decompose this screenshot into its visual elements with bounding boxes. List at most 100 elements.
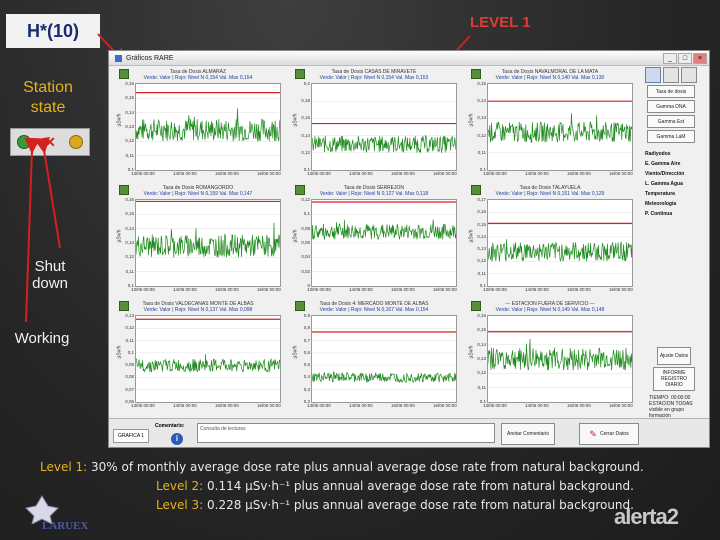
station-icon[interactable] [119,69,129,79]
y-tick-label: 0,14 [125,109,134,115]
y-tick-label: 0,07 [125,386,134,392]
parameter-item[interactable]: P. Continua [645,209,707,219]
y-tick-label: 0,11 [125,337,134,343]
y-tick-label: 0,6 [303,349,310,355]
daily-report-button[interactable]: INFORME REGISTRO DIARIO [653,367,695,391]
graficos-rare-window: Gráficos RARE _ □ × Tasa de Dosis ALMARA… [108,50,710,448]
dose-rate-chart: Tasa de Dosis VALDECAÑAS MONTE DE ALBAS V… [113,301,283,419]
station-icon[interactable] [295,301,305,311]
caption-line-1: Level 1: 30% of monthly average dose rat… [20,458,710,477]
y-tick-label: 0,12 [301,197,310,202]
y-tick-label: 0,4 [303,374,310,380]
chart-svg [135,92,281,156]
y-tick-label: 0,15 [477,221,486,227]
chart-svg [311,328,457,390]
exit-icon: ✎ [589,428,597,439]
chart-subtitle: Verde: Valor | Rojo: Nivel N 0,140 Val. … [495,75,605,81]
dose-rate-chart: --- ESTACION FUERA DE SERVICIO --- Verde:… [465,301,635,419]
exit-data-button[interactable]: ✎ Cerrar Datos [579,423,639,445]
parameter-item[interactable]: Radiyodos [645,149,707,159]
save-comment-button[interactable]: Anotar Comentario [501,423,555,445]
y-tick-label: 0,12 [477,370,486,376]
y-tick-label: 0,12 [125,138,134,144]
graph-tab[interactable]: GRAFICA 1 [113,429,149,443]
app-icon [115,54,122,62]
print-icon[interactable] [663,67,679,83]
parameter-item[interactable]: E. Gamma Aire [645,159,707,169]
side-note: TIEMPO: 00:00:00 ESTACION TODAS visible … [649,395,693,419]
y-tick-label: 0,11 [125,152,134,158]
y-tick-label: 0,13 [477,356,486,361]
dose-rate-series [487,113,633,144]
chart-plot-area [311,315,457,403]
station-icon[interactable] [119,185,129,195]
dose-rate-button[interactable]: Tasa de dosis [647,85,695,98]
maximize-button[interactable]: □ [678,53,692,64]
side-panel: Tasa de dosis Gamma DNA Gamma Est Gamma … [645,67,707,419]
y-tick-label: 0,12 [477,132,486,138]
chart-plot-area [311,83,457,171]
y-tick-label: 0,06 [301,240,310,245]
report-icon[interactable] [645,67,661,83]
y-tick-label: 0,13 [125,124,134,129]
y-tick-label: 0,2 [303,81,310,86]
chart-plot-area [135,83,281,171]
chart-svg [135,318,281,390]
window-titlebar: Gráficos RARE [109,51,709,66]
caption-line-2: Level 2: 0.114 µSv·h⁻¹ plus annual avera… [20,477,710,496]
dose-rate-series [311,134,457,153]
window-title: Gráficos RARE [126,54,174,62]
comment-label: Comentario: [155,423,185,429]
info-icon[interactable]: i [171,433,183,445]
gamma-dna-button[interactable]: Gamma DNA [647,100,695,113]
alerta2-logo: alerta2 [614,504,679,529]
y-tick-label: 0,13 [477,115,486,121]
level-2-key: Level 2: [156,479,204,493]
adjust-data-button[interactable]: Ajuste Datos [657,347,691,365]
close-button[interactable]: × [693,53,707,64]
station-icon[interactable] [471,185,481,195]
level-2-desc: 0.114 µSv·h⁻¹ plus annual average dose r… [203,479,634,493]
y-tick-label: 0,15 [125,95,134,101]
y-tick-label: 0,09 [125,362,134,368]
dose-rate-chart: Tasa de Dosis NAVALMORAL DE LA MATA Verde… [465,69,635,187]
y-tick-label: 0,11 [477,149,486,155]
station-icon[interactable] [119,301,129,311]
chart-subtitle: Verde: Valor | Rojo: Nivel N 0,149 Val. … [495,307,605,313]
parameter-item[interactable]: Meteorología [645,199,707,209]
y-tick-label: 0,9 [303,313,310,318]
minimize-button[interactable]: _ [663,53,677,64]
y-tick-label: 0,1 [303,211,310,217]
dose-rate-chart: Tasa de Dosis ALMARAZ Verde: Valor | Rojo… [113,69,283,187]
dose-rate-chart: Tasa de Dosis SERREJON Verde: Valor | Roj… [289,185,459,303]
comment-input[interactable]: Consulta de lecturas [197,423,495,443]
gamma-est-button[interactable]: Gamma Est [647,115,695,128]
level-3-desc: 0.228 µSv·h⁻¹ plus annual average dose r… [203,498,634,512]
parameter-item[interactable]: L. Gamma Agua [645,179,707,189]
y-tick-label: 0,14 [477,233,486,239]
chart-svg [311,100,457,154]
station-icon[interactable] [295,185,305,195]
zoom-icon[interactable] [681,67,697,83]
parameter-item[interactable]: Temperatura [645,189,707,199]
y-tick-label: 0,11 [477,384,486,390]
parameter-item[interactable]: Viento/Dirección [645,169,707,179]
gamma-lam-button[interactable]: Gamma LaM [647,130,695,143]
y-tick-label: 0,12 [125,325,134,331]
y-tick-label: 0,14 [301,132,310,138]
station-icon[interactable] [295,69,305,79]
laruex-wordmark: LARUEX [42,520,89,532]
y-tick-label: 0,15 [125,211,134,217]
chart-svg [487,212,633,274]
station-icon[interactable] [471,301,481,311]
station-icon[interactable] [471,69,481,79]
chart-plot-area [135,315,281,403]
y-tick-label: 0,12 [301,149,310,155]
dose-rate-chart: Tasa de Dosis 4: MERCADO MONTE DE ALBAS V… [289,301,459,419]
chart-subtitle: Verde: Valor | Rojo: Nivel N 0,137 Val. … [143,307,253,313]
dose-rate-series [135,354,281,373]
y-tick-label: 0,12 [477,258,486,264]
chart-plot-area [311,199,457,287]
level-1-key: Level 1: [40,460,88,474]
chart-subtitle: Verde: Valor | Rojo: Nivel N 0,167 Val. … [319,307,429,313]
